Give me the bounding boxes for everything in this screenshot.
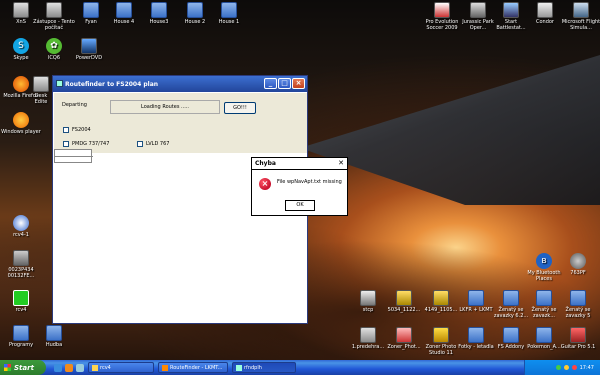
pmdg-checkbox[interactable]: PMDG 737/747 xyxy=(63,141,109,147)
zip-archive-icon xyxy=(396,290,412,306)
windows-logo-icon xyxy=(4,364,11,371)
lvld-checkbox[interactable]: LVLD 767 xyxy=(137,141,169,147)
glider-icon xyxy=(537,2,553,18)
icq-flower-icon: ✿ xyxy=(46,38,62,54)
pencil-icon xyxy=(433,327,449,343)
folder-icon xyxy=(83,2,99,18)
checkbox-box[interactable] xyxy=(63,127,69,133)
show-desktop-icon[interactable] xyxy=(76,363,84,372)
dialog-title: Chyba xyxy=(255,160,276,167)
folder-icon xyxy=(92,364,98,371)
firefox-icon[interactable] xyxy=(65,363,73,372)
bluetooth-icon: ʙ xyxy=(536,253,552,269)
app-icon xyxy=(360,290,376,306)
folder-icon xyxy=(187,2,203,18)
desktop-icon[interactable]: Windows player xyxy=(0,112,42,135)
route-grid[interactable] xyxy=(54,149,93,163)
desktop-icon[interactable]: Desk Edite xyxy=(30,76,52,105)
desktop-icon[interactable]: House 1 xyxy=(208,2,250,25)
fs2004-checkbox[interactable]: FS2004 xyxy=(63,127,91,133)
folder-icon xyxy=(536,327,552,343)
folder-icon xyxy=(46,325,62,341)
folder-icon xyxy=(536,290,552,306)
dvd-icon xyxy=(81,38,97,54)
departing-label: Departing xyxy=(62,102,87,108)
error-icon: × xyxy=(259,178,271,190)
app-icon xyxy=(13,2,29,18)
skype-icon: S xyxy=(13,38,29,54)
installer-icon xyxy=(396,327,412,343)
desktop-icon[interactable]: Microsoft Flight Simula... xyxy=(560,2,600,31)
minimize-button[interactable]: _ xyxy=(264,78,277,89)
app-icon xyxy=(570,253,586,269)
desktop-icon[interactable]: PowerDVD xyxy=(68,38,110,61)
desktop-icon[interactable]: Hudba xyxy=(33,325,75,348)
checkbox-box[interactable] xyxy=(137,141,143,147)
close-button[interactable]: × xyxy=(292,78,305,89)
desktop-icon[interactable]: Zoner_Phot... xyxy=(383,327,425,350)
media-player-icon xyxy=(13,112,29,128)
start-button[interactable]: Start xyxy=(0,360,46,375)
ok-button[interactable]: OK xyxy=(285,200,315,211)
folder-icon xyxy=(503,327,519,343)
firefox-icon xyxy=(162,364,168,371)
zip-archive-icon xyxy=(433,290,449,306)
quick-launch xyxy=(54,363,84,372)
game-icon xyxy=(434,2,450,18)
taskbar-item-rfndplh[interactable]: rfndplh xyxy=(232,362,296,373)
guitar-icon xyxy=(570,327,586,343)
go-button[interactable]: GO!!! xyxy=(224,102,256,114)
game-icon xyxy=(470,2,486,18)
network-icon[interactable] xyxy=(563,365,569,370)
checkbox-box[interactable] xyxy=(63,141,69,147)
maximize-button[interactable]: □ xyxy=(278,78,291,89)
controls-panel: Departing Loading Routes ..... GO!!! FS2… xyxy=(54,93,307,153)
close-icon[interactable]: ✕ xyxy=(338,158,344,169)
dialog-titlebar[interactable]: Chyba ✕ xyxy=(252,158,347,170)
media-icon xyxy=(13,215,29,231)
desktop-icon[interactable]: 763PF xyxy=(557,253,599,276)
system-tray: 17:47 xyxy=(524,360,600,375)
game-icon xyxy=(503,2,519,18)
security-icon[interactable] xyxy=(571,365,577,370)
green-app-icon xyxy=(13,290,29,306)
error-dialog: Chyba ✕ × File wpNavApt.txt missing OK xyxy=(251,157,348,216)
folder-icon xyxy=(468,290,484,306)
folder-icon xyxy=(221,2,237,18)
folder-icon xyxy=(13,325,29,341)
skype-icon[interactable] xyxy=(555,365,561,370)
editor-icon xyxy=(33,76,49,92)
flight-sim-icon xyxy=(573,2,589,18)
taskbar-item-routefinder[interactable]: RouteFinder - LKMT... xyxy=(158,362,228,373)
desktop-icon[interactable]: 5034_1122... xyxy=(383,290,425,313)
music-file-icon xyxy=(360,327,376,343)
taskbar-item-rcv4[interactable]: rcv4 xyxy=(88,362,154,373)
firefox-icon xyxy=(13,76,29,92)
image-file-icon xyxy=(13,250,29,266)
desktop-icon[interactable]: Zástupce - Tento počítač xyxy=(33,2,75,31)
folder-icon xyxy=(151,2,167,18)
folder-icon xyxy=(503,290,519,306)
desktop-icon[interactable]: Guitar Pro 5.1 xyxy=(557,327,599,350)
dialog-message: File wpNavApt.txt missing xyxy=(277,179,342,185)
folder-icon xyxy=(570,290,586,306)
app-icon xyxy=(56,80,63,87)
desktop-icon[interactable]: rcv4-1 xyxy=(0,215,42,238)
folder-icon xyxy=(116,2,132,18)
desktop-icon[interactable]: 0023P434 00132FE... xyxy=(0,250,42,279)
app-icon xyxy=(236,364,242,371)
window-titlebar[interactable]: Routefinder to FS2004 plan _ □ × xyxy=(53,76,307,92)
folder-icon xyxy=(468,327,484,343)
ie-icon[interactable] xyxy=(54,363,62,372)
window-title: Routefinder to FS2004 plan xyxy=(65,80,159,88)
desktop-icon[interactable]: Ženatý se zavazky 5 xyxy=(557,290,599,319)
computer-icon xyxy=(46,2,62,18)
clock[interactable]: 17:47 xyxy=(580,365,594,371)
desktop-icon[interactable]: rcv4 xyxy=(0,290,42,313)
taskbar: Start rcv4 RouteFinder - LKMT... rfndplh… xyxy=(0,360,600,375)
status-box: Loading Routes ..... xyxy=(110,100,220,114)
window-controls: _ □ × xyxy=(264,78,305,89)
